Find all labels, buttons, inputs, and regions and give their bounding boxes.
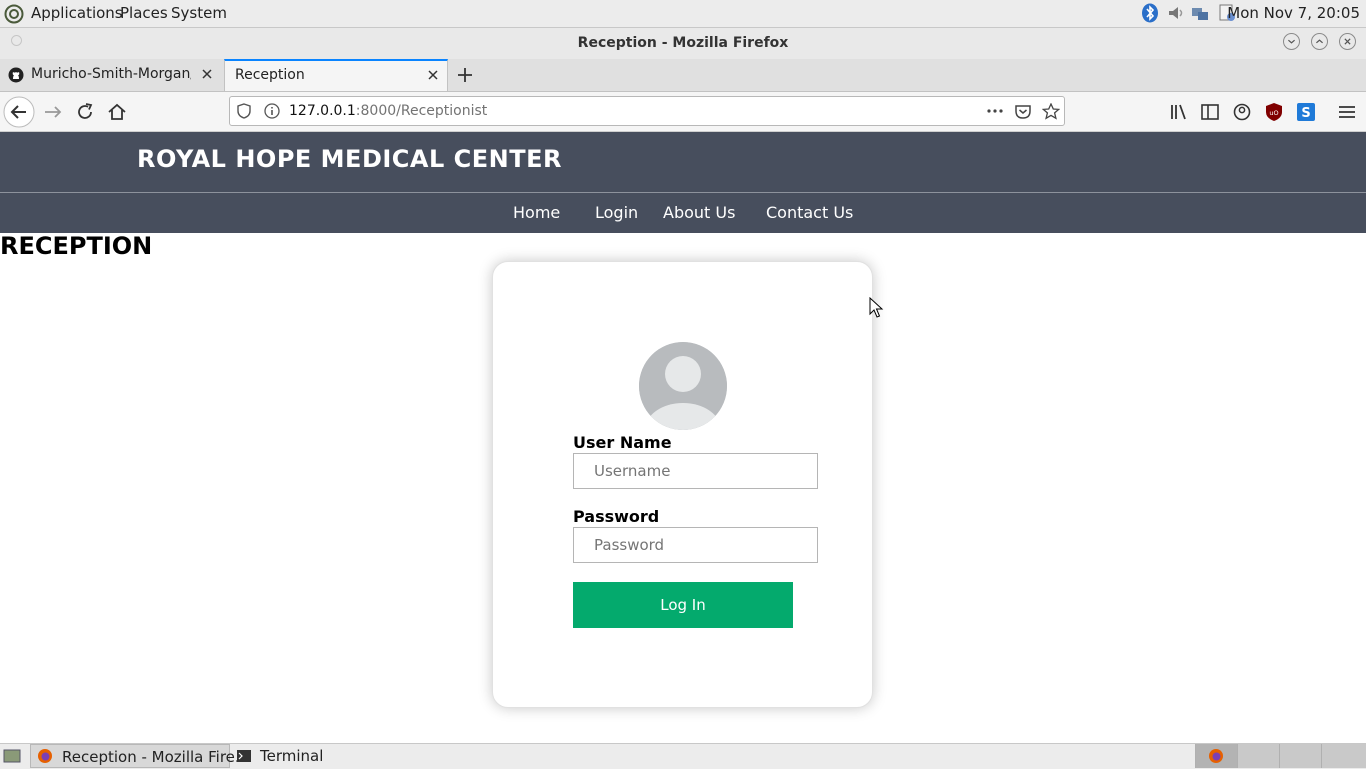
minimize-icon[interactable] <box>1283 33 1300 50</box>
os-top-panel: Applications Places System Mon Nov 7, 20… <box>0 0 1366 28</box>
url-bar[interactable]: 127.0.0.1:8000/Receptionist <box>229 96 1065 126</box>
user-avatar-icon <box>639 342 727 430</box>
ublock-icon[interactable]: uO <box>1263 101 1285 123</box>
site-info-icon[interactable] <box>264 103 280 119</box>
tab-strip: Muricho-Smith-Morgan/ Reception <box>0 59 1366 92</box>
taskbar-item-firefox[interactable]: Reception - Mozilla Fire... <box>30 744 249 768</box>
hamburger-menu-icon[interactable] <box>1336 101 1358 123</box>
new-tab-icon[interactable] <box>456 66 474 84</box>
back-icon[interactable] <box>3 96 35 128</box>
password-label: Password <box>573 507 660 526</box>
taskbar-item-terminal[interactable]: Terminal <box>232 744 342 768</box>
taskbar: Reception - Mozilla Fire... Terminal <box>0 743 1366 769</box>
login-button[interactable]: Log In <box>573 582 793 628</box>
firefox-icon <box>1209 749 1223 763</box>
workspace-1[interactable] <box>1195 744 1237 768</box>
mouse-cursor-icon <box>869 297 884 318</box>
nav-link-home[interactable]: Home <box>513 203 560 222</box>
bookmark-star-icon[interactable] <box>1042 103 1060 120</box>
taskbar-label: Terminal <box>260 747 324 765</box>
url-host: 127.0.0.1 <box>289 103 356 119</box>
extension-s-icon[interactable]: S <box>1295 101 1317 123</box>
shield-icon[interactable] <box>236 103 252 119</box>
svg-text:uO: uO <box>1269 109 1278 117</box>
show-desktop-icon[interactable] <box>3 748 21 764</box>
close-tab-icon[interactable] <box>426 68 440 82</box>
nav-link-login[interactable]: Login <box>595 203 638 222</box>
tab-label: Muricho-Smith-Morgan/ <box>31 66 191 82</box>
taskbar-label: Reception - Mozilla Fire... <box>62 748 250 766</box>
page-actions-icon[interactable] <box>986 103 1004 119</box>
pocket-icon[interactable] <box>1014 103 1032 120</box>
url-text[interactable]: 127.0.0.1:8000/Receptionist <box>289 103 487 119</box>
distro-logo-icon[interactable] <box>4 4 24 24</box>
close-window-icon[interactable] <box>1339 33 1356 50</box>
login-card: User Name Password Log In <box>492 261 873 708</box>
page-heading: RECEPTION <box>0 232 153 260</box>
nav-link-contact-us[interactable]: Contact Us <box>766 203 853 222</box>
terminal-icon <box>237 750 251 762</box>
network-icon[interactable] <box>1190 3 1210 23</box>
github-icon <box>8 67 24 83</box>
reload-icon[interactable] <box>74 101 96 123</box>
site-nav: Home Login About Us Contact Us <box>0 192 1366 233</box>
bluetooth-icon[interactable] <box>1140 3 1160 23</box>
avatar <box>639 342 727 430</box>
library-icon[interactable] <box>1168 101 1190 123</box>
workspace-3[interactable] <box>1279 744 1321 768</box>
tab-github[interactable]: Muricho-Smith-Morgan/ <box>0 59 224 91</box>
close-tab-icon[interactable] <box>200 67 214 81</box>
nav-link-about-us[interactable]: About Us <box>663 203 735 222</box>
workspace-2[interactable] <box>1237 744 1279 768</box>
site-header: ROYAL HOPE MEDICAL CENTER <box>0 132 1366 192</box>
username-input[interactable] <box>573 453 818 489</box>
workspace-4[interactable] <box>1321 744 1366 768</box>
window-title: Reception - Mozilla Firefox <box>577 35 789 51</box>
svg-text:S: S <box>1301 106 1310 121</box>
url-path: :8000/Receptionist <box>355 103 488 119</box>
volume-icon[interactable] <box>1166 3 1186 23</box>
menu-places[interactable]: Places <box>120 4 168 22</box>
tab-label: Reception <box>235 67 305 83</box>
tab-reception[interactable]: Reception <box>224 59 448 91</box>
menu-system[interactable]: System <box>171 4 227 22</box>
account-icon[interactable] <box>1231 101 1253 123</box>
maximize-icon[interactable] <box>1311 33 1328 50</box>
menu-applications[interactable]: Applications <box>31 4 123 22</box>
firefox-icon <box>38 749 52 763</box>
site-title: ROYAL HOPE MEDICAL CENTER <box>137 145 562 173</box>
navigation-toolbar: 127.0.0.1:8000/Receptionist uO S <box>0 92 1366 132</box>
clock[interactable]: Mon Nov 7, 20:05 <box>1227 4 1360 22</box>
password-input[interactable] <box>573 527 818 563</box>
window-titlebar: Reception - Mozilla Firefox <box>0 28 1366 59</box>
home-icon[interactable] <box>106 101 128 123</box>
username-label: User Name <box>573 433 672 452</box>
sidebar-icon[interactable] <box>1199 101 1221 123</box>
forward-icon[interactable] <box>42 101 64 123</box>
